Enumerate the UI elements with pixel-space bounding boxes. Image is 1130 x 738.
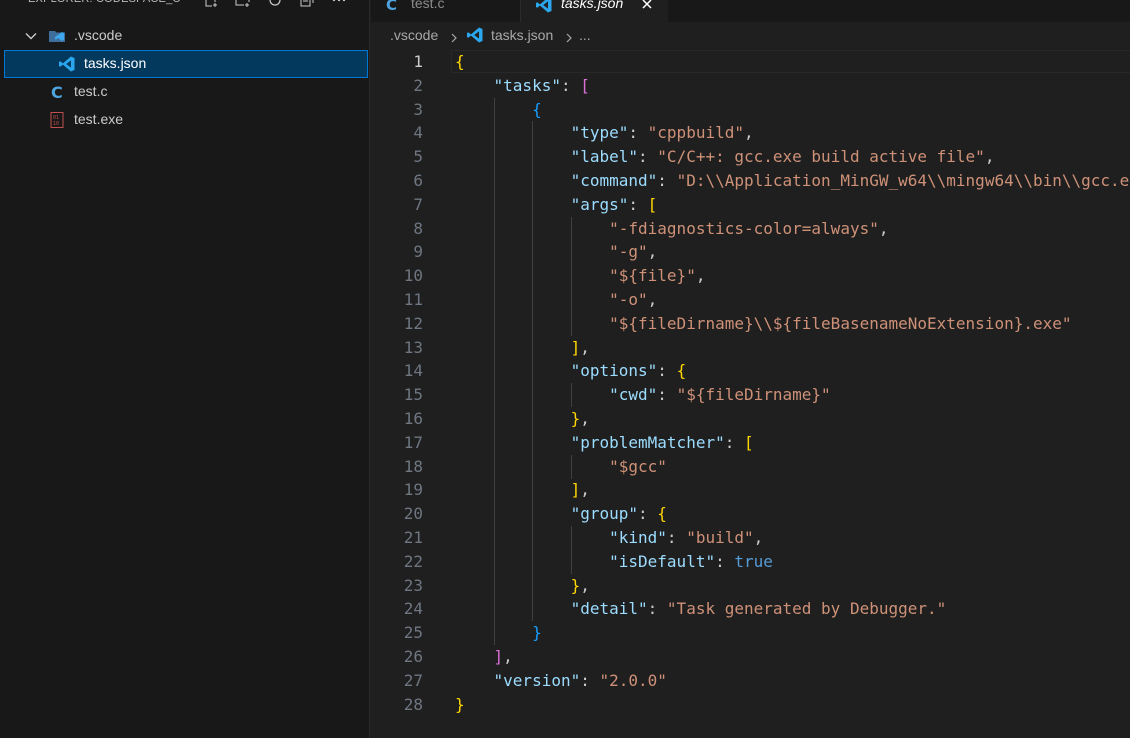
tree-item-label: tasks.json — [84, 55, 147, 71]
line-number: 20 — [403, 504, 423, 524]
line-number: 9 — [413, 242, 423, 262]
code-text: "-fdiagnostics-color=always", — [609, 218, 889, 238]
breadcrumb-item-symbols[interactable]: ... — [579, 27, 591, 43]
chevron-down-icon — [24, 29, 38, 43]
line-number: 4 — [413, 123, 423, 143]
c-file-icon: C — [48, 83, 66, 101]
svg-text:C: C — [386, 0, 397, 14]
explorer-header: EXPLORER: CODESPACE_C — [0, 0, 370, 10]
code-text: "label": "C/C++: gcc.exe build active fi… — [570, 147, 995, 167]
line-number: 13 — [403, 337, 423, 357]
tab-label: test.c — [411, 0, 445, 11]
code-text: "tasks": [ — [493, 75, 590, 95]
tab-tasks-json[interactable]: tasks.json — [521, 0, 668, 22]
explorer-sidebar: EXPLORER: CODESPACE_C — [0, 0, 370, 738]
line-number: 28 — [403, 694, 423, 714]
svg-text:10: 10 — [53, 121, 59, 127]
code-text: "version": "2.0.0" — [493, 670, 667, 690]
code-text: "${file}", — [609, 266, 706, 286]
line-number: 18 — [403, 456, 423, 476]
explorer-actions — [200, 0, 350, 9]
code-text: } — [455, 694, 465, 714]
code-text: } — [532, 623, 542, 643]
tree-item-label: .vscode — [74, 27, 123, 43]
line-number: 1 — [413, 52, 423, 71]
code-text: ], — [493, 646, 513, 666]
chevron-right-icon — [564, 30, 574, 43]
code-text: "cwd": "${fileDirname}" — [609, 385, 831, 405]
tree-item-label: test.c — [74, 83, 108, 99]
line-number: 19 — [403, 480, 423, 500]
refresh-icon[interactable] — [264, 0, 286, 9]
file-tree: .vscode tasks.json C test.c 01 10 test.ex… — [0, 22, 370, 134]
code-text: "args": [ — [570, 194, 658, 214]
tab-bar: C test.c tasks.json — [371, 0, 1130, 22]
tree-item-test-exe[interactable]: 01 10 test.exe — [0, 106, 370, 134]
code-text: }, — [570, 575, 590, 595]
breadcrumb-item-file[interactable]: tasks.json — [491, 27, 553, 43]
line-number: 12 — [403, 313, 423, 333]
breadcrumb-item-folder[interactable]: .vscode — [390, 27, 438, 43]
svg-text:C: C — [51, 83, 63, 101]
tree-item-test-c[interactable]: C test.c — [0, 78, 370, 106]
vscode-icon — [58, 55, 76, 73]
line-number: 26 — [403, 646, 423, 666]
binary-file-icon: 01 10 — [48, 111, 66, 129]
code-editor[interactable]: 1{2 "tasks": [3 {4 "type": "cppbuild", 5 … — [371, 48, 1130, 738]
tree-item-label: test.exe — [74, 111, 124, 127]
code-text: "command": "D:\\Application_MinGW_w64\\m… — [570, 170, 1130, 190]
line-number: 10 — [403, 266, 423, 286]
code-text: "kind": "build", — [609, 527, 764, 547]
new-file-icon[interactable] — [200, 0, 222, 9]
vscode-folder-icon — [48, 27, 66, 45]
line-number: 25 — [403, 623, 423, 643]
code-text: "options": { — [570, 361, 687, 381]
more-icon[interactable] — [328, 0, 350, 9]
line-number: 3 — [413, 99, 423, 119]
code-text: ], — [570, 480, 590, 500]
code-text: { — [455, 52, 465, 71]
close-icon[interactable] — [640, 0, 654, 11]
code-text: "type": "cppbuild", — [570, 123, 754, 143]
chevron-right-icon — [449, 30, 459, 43]
tab-label: tasks.json — [561, 0, 624, 11]
code-text: "detail": "Task generated by Debugger." — [570, 599, 947, 619]
code-text: "group": { — [570, 504, 667, 524]
line-number: 8 — [413, 218, 423, 238]
vscode-icon — [466, 26, 484, 44]
line-number: 14 — [403, 361, 423, 381]
tree-item-vscode-folder[interactable]: .vscode — [0, 22, 370, 50]
line-number: 21 — [403, 527, 423, 547]
line-number: 7 — [413, 194, 423, 214]
code-text: }, — [570, 408, 590, 428]
line-number: 2 — [413, 75, 423, 95]
code-text: "-o", — [609, 289, 658, 309]
collapse-all-icon[interactable] — [296, 0, 318, 9]
code-text: ], — [570, 337, 590, 357]
line-number: 15 — [403, 385, 423, 405]
code-text: "isDefault": true — [609, 551, 773, 571]
code-text: { — [532, 99, 542, 119]
line-number: 5 — [413, 147, 423, 167]
line-number: 11 — [403, 289, 423, 309]
tree-item-tasks-json[interactable]: tasks.json — [4, 50, 368, 78]
code-text: "$gcc" — [609, 456, 667, 476]
line-number: 24 — [403, 599, 423, 619]
current-line-highlight — [451, 50, 1130, 73]
code-text: "problemMatcher": [ — [570, 432, 754, 452]
line-number: 6 — [413, 170, 423, 190]
tab-test-c[interactable]: C test.c — [371, 0, 521, 22]
code-text: "-g", — [609, 242, 658, 262]
code-text: "${fileDirname}\\${fileBasenameNoExtensi… — [609, 313, 1072, 333]
line-number: 17 — [403, 432, 423, 452]
line-number: 27 — [403, 670, 423, 690]
new-folder-icon[interactable] — [232, 0, 254, 9]
breadcrumb: .vscode tasks.json ... — [371, 22, 1130, 48]
line-number: 22 — [403, 551, 423, 571]
line-number: 16 — [403, 408, 423, 428]
line-number: 23 — [403, 575, 423, 595]
c-file-icon: C — [385, 0, 401, 14]
vscode-icon — [535, 0, 552, 13]
explorer-title: EXPLORER: CODESPACE_C — [28, 0, 181, 10]
